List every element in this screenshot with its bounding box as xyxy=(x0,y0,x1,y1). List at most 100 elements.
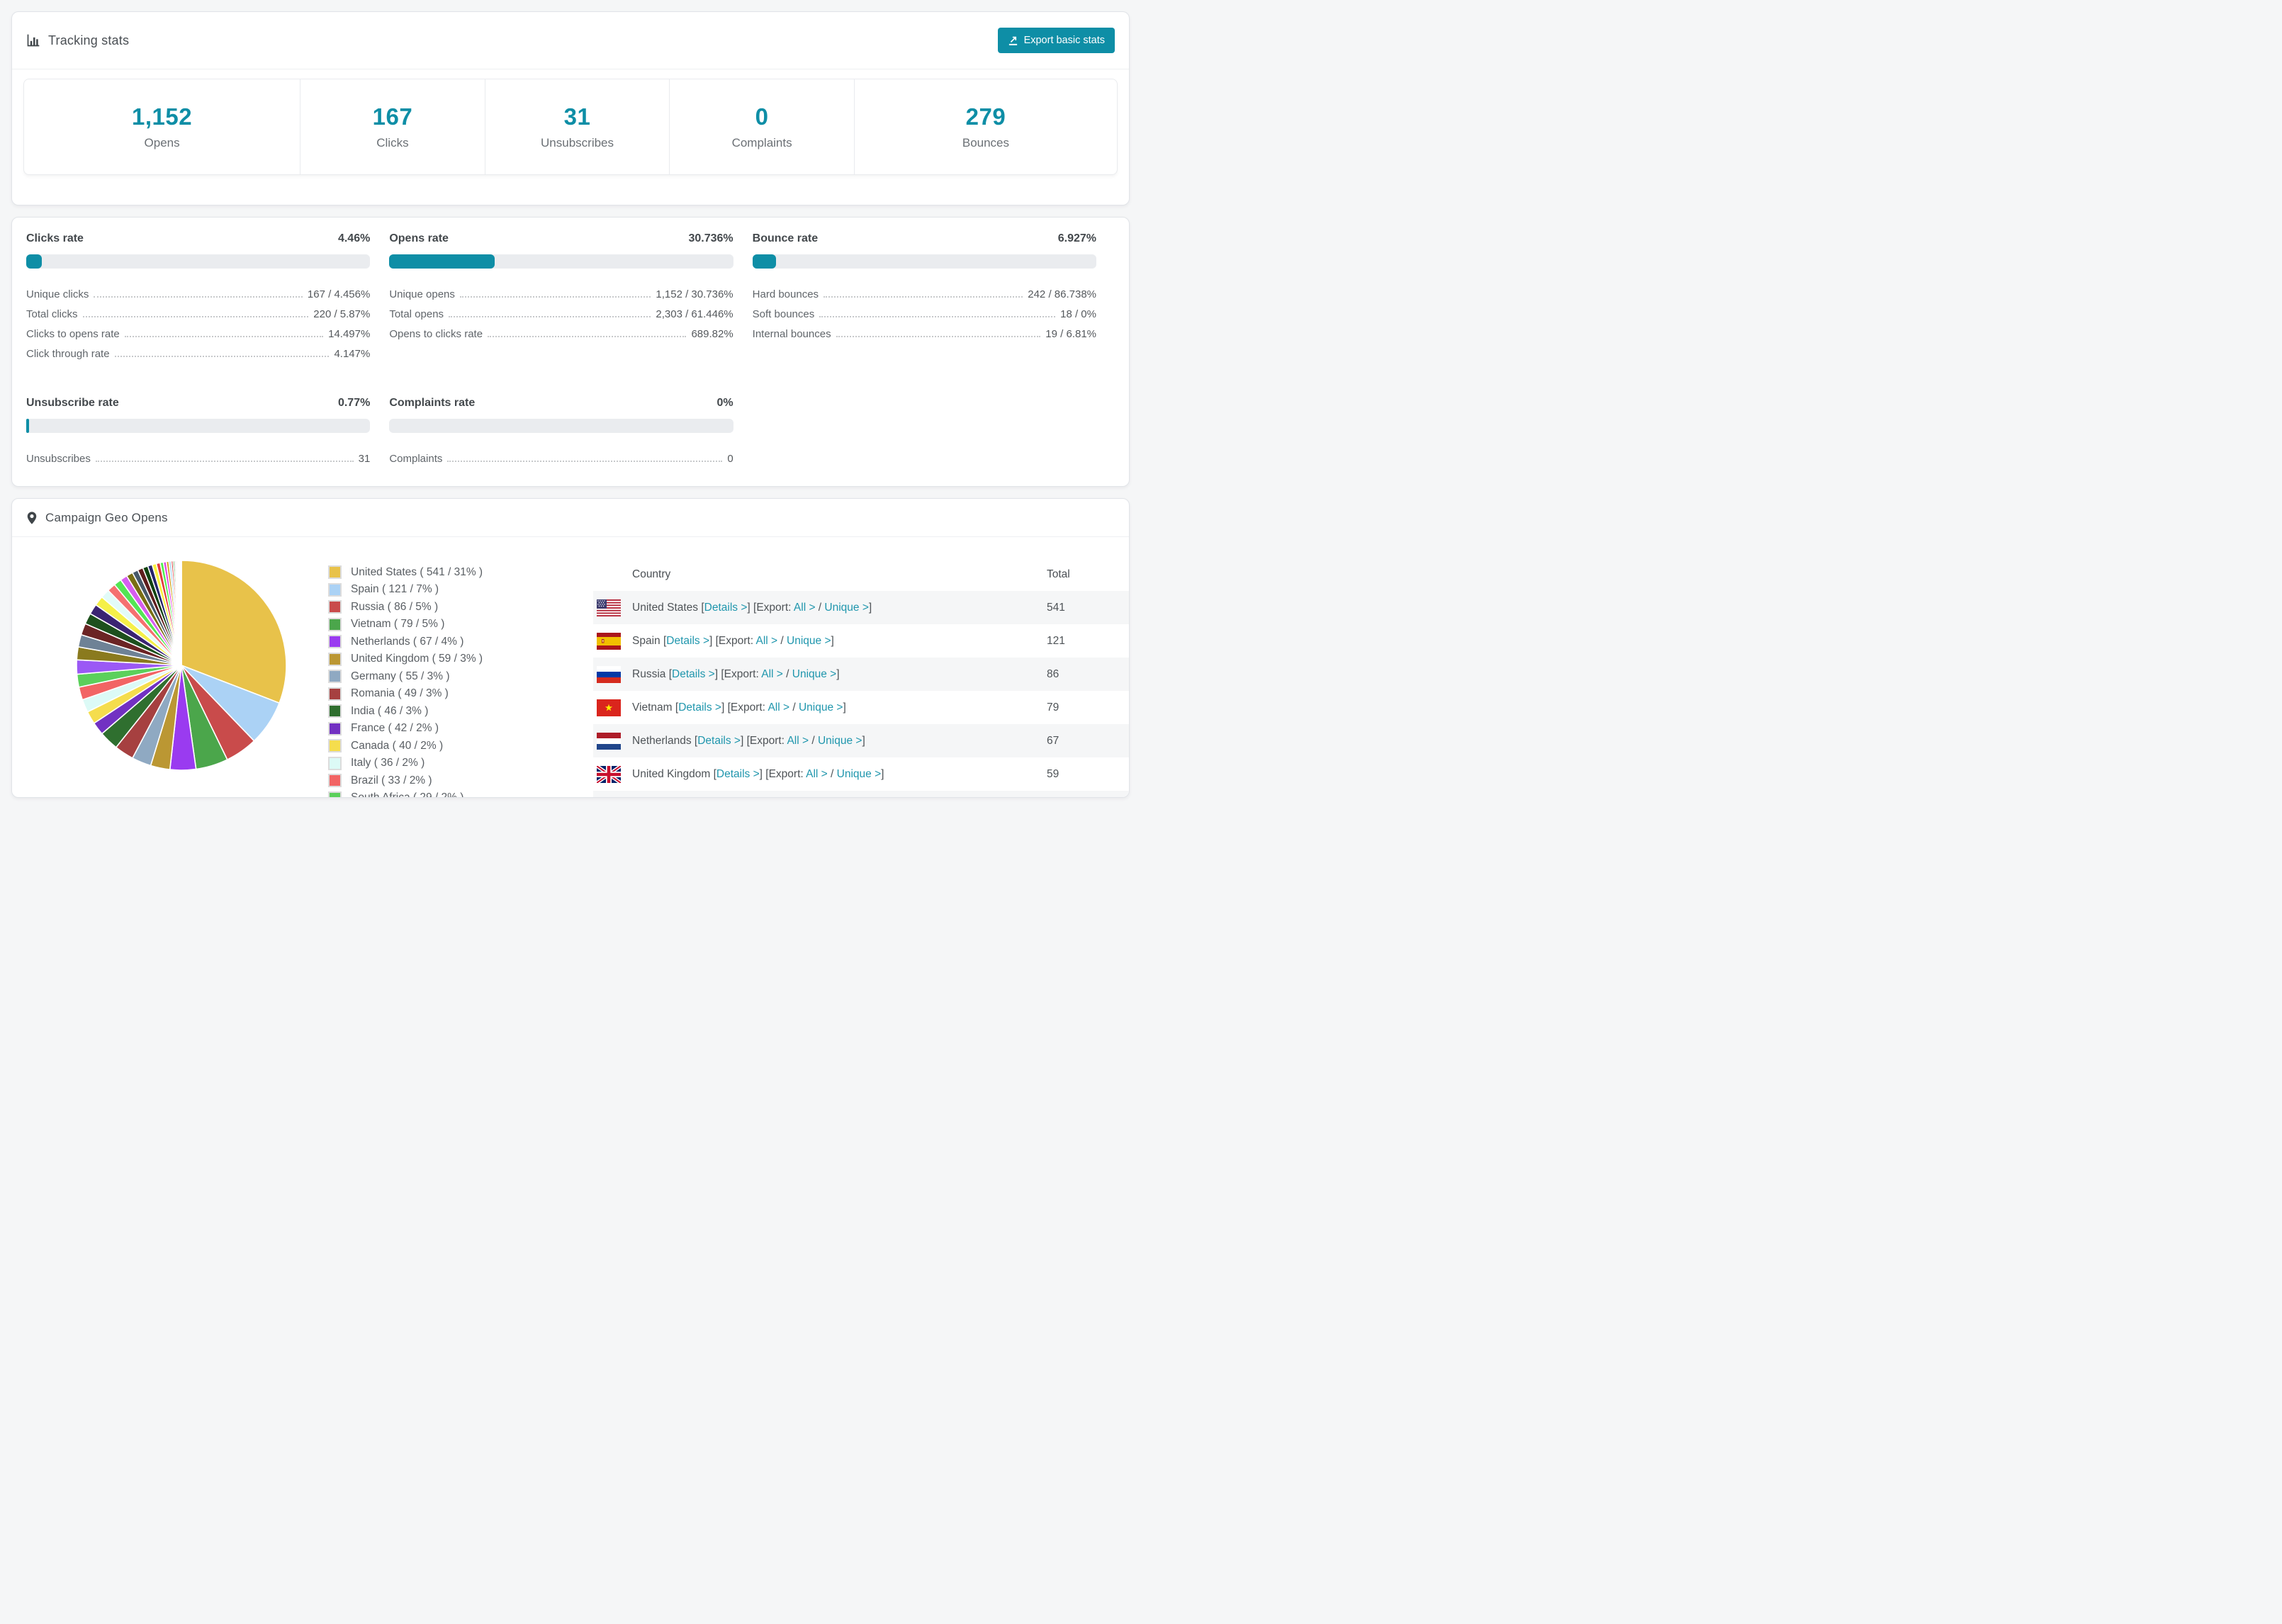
legend-swatch xyxy=(328,617,342,631)
page-title: Tracking stats xyxy=(48,33,130,47)
export-icon xyxy=(1008,35,1018,46)
geo-table: Country Total United States [Details >] … xyxy=(593,537,1129,797)
flag-gb-icon xyxy=(597,765,621,783)
legend-item: India ( 46 / 3% ) xyxy=(328,704,483,718)
legend-label: Spain ( 121 / 7% ) xyxy=(351,583,439,596)
rate-detail-row: Unsubscribes 31 xyxy=(26,445,370,465)
geo-pie-chart[interactable] xyxy=(75,559,288,772)
geo-table-row: United Kingdom [Details >] [Export: All … xyxy=(593,757,1129,791)
stat-box-opens: 1,152 Opens xyxy=(24,79,301,174)
country-cell: United Kingdom [Details >] [Export: All … xyxy=(632,767,884,780)
geo-opens-card: Campaign Geo Opens United States ( 541 /… xyxy=(11,498,1130,798)
rate-detail-value: 31 xyxy=(358,453,371,465)
flag-vn-icon xyxy=(597,699,621,716)
country-cell: Netherlands [Details >] [Export: All > /… xyxy=(632,734,865,747)
rate-detail-value: 689.82% xyxy=(691,328,734,340)
total-cell: 541 xyxy=(1047,601,1065,614)
rate-block-complaints: Complaints rate 0% Complaints 0 xyxy=(389,397,734,465)
export-unique-link[interactable]: Unique > xyxy=(792,668,836,680)
export-unique-link[interactable]: Unique > xyxy=(799,701,843,714)
dotted-leader xyxy=(94,296,303,298)
rates-grid: Clicks rate 4.46% Unique clicks 167 / 4.4… xyxy=(12,218,1129,486)
bounce-rate-title: Bounce rate xyxy=(752,232,819,244)
legend-label: Vietnam ( 79 / 5% ) xyxy=(351,618,445,631)
flag-nl-icon xyxy=(597,732,621,750)
export-unique-link[interactable]: Unique > xyxy=(787,635,831,647)
legend-label: Canada ( 40 / 2% ) xyxy=(351,739,444,752)
rate-detail-row: Unique clicks 167 / 4.456% xyxy=(26,281,370,300)
details-link[interactable]: Details > xyxy=(697,735,741,747)
legend-swatch xyxy=(328,756,342,770)
legend-label: United Kingdom ( 59 / 3% ) xyxy=(351,653,483,665)
clicks-count: 167 xyxy=(372,103,413,130)
export-all-link[interactable]: All > xyxy=(768,701,789,714)
export-all-link[interactable]: All > xyxy=(806,768,828,780)
complaints-rate-progress xyxy=(389,419,734,433)
opens-rate-title: Opens rate xyxy=(389,232,449,244)
export-button-label: Export basic stats xyxy=(1023,35,1105,46)
unsubscribe-rate-value: 0.77% xyxy=(337,397,371,409)
legend-item: Vietnam ( 79 / 5% ) xyxy=(328,617,483,631)
legend-item: Canada ( 40 / 2% ) xyxy=(328,739,483,752)
rate-detail-value: 14.497% xyxy=(328,328,371,340)
rate-detail-label: Opens to clicks rate xyxy=(389,328,483,340)
bar-chart-icon xyxy=(26,33,40,47)
rate-detail-row: Total clicks 220 / 5.87% xyxy=(26,300,370,320)
export-all-link[interactable]: All > xyxy=(761,668,783,680)
details-link[interactable]: Details > xyxy=(704,602,748,614)
legend-label: Brazil ( 33 / 2% ) xyxy=(351,774,432,786)
details-link[interactable]: Details > xyxy=(672,668,715,680)
bounce-rate-rows: Hard bounces 242 / 86.738% Soft bounces 18 … xyxy=(753,281,1096,340)
rate-detail-value: 0 xyxy=(727,453,734,465)
export-all-link[interactable]: All > xyxy=(794,602,816,614)
details-link[interactable]: Details > xyxy=(666,635,709,647)
details-link[interactable]: Details > xyxy=(678,701,721,714)
legend-label: United States ( 541 / 31% ) xyxy=(351,565,483,578)
rate-block-opens: Opens rate 30.736% Unique opens 1,152 / 3… xyxy=(389,232,734,360)
geo-table-row: Vietnam [Details >] [Export: All > / Uni… xyxy=(593,691,1129,724)
dotted-leader xyxy=(82,316,309,317)
export-unique-link[interactable]: Unique > xyxy=(824,602,868,614)
legend-item: Brazil ( 33 / 2% ) xyxy=(328,774,483,787)
country-cell: Vietnam [Details >] [Export: All > / Uni… xyxy=(632,701,846,714)
pie-legend: United States ( 541 / 31% ) Spain ( 121 /… xyxy=(328,565,483,797)
export-unique-link[interactable]: Unique > xyxy=(837,768,881,780)
rate-detail-label: Internal bounces xyxy=(752,328,831,340)
legend-item: Spain ( 121 / 7% ) xyxy=(328,582,483,597)
export-all-link[interactable]: All > xyxy=(756,635,778,647)
country-cell: Spain [Details >] [Export: All > / Uniqu… xyxy=(632,634,834,647)
rate-detail-value: 167 / 4.456% xyxy=(307,288,371,300)
export-all-link[interactable]: All > xyxy=(787,735,809,747)
country-cell: Russia [Details >] [Export: All > / Uniq… xyxy=(632,667,840,680)
rate-detail-label: Total clicks xyxy=(26,308,78,320)
rate-detail-label: Hard bounces xyxy=(752,288,819,300)
clicks-rate-rows: Unique clicks 167 / 4.456% Total clicks 220… xyxy=(26,281,370,360)
stat-box-bounces: 279 Bounces xyxy=(855,79,1117,174)
unsubscribe-rate-progress xyxy=(26,419,371,433)
opens-rate-progress-fill xyxy=(389,254,495,269)
legend-item: Italy ( 36 / 2% ) xyxy=(328,756,483,770)
rate-detail-value: 1,152 / 30.736% xyxy=(656,288,734,300)
map-pin-icon xyxy=(26,511,38,525)
complaints-count: 0 xyxy=(755,103,769,130)
rate-detail-row: Opens to clicks rate 689.82% xyxy=(389,320,733,340)
dotted-leader xyxy=(449,316,651,317)
legend-item: United Kingdom ( 59 / 3% ) xyxy=(328,652,483,666)
export-unique-link[interactable]: Unique > xyxy=(818,735,862,747)
legend-swatch xyxy=(328,774,342,787)
complaints-rate-value: 0% xyxy=(716,397,734,409)
export-basic-stats-button[interactable]: Export basic stats xyxy=(997,28,1115,53)
dotted-leader xyxy=(836,336,1041,337)
flag-ru-icon xyxy=(597,665,621,683)
total-cell: 86 xyxy=(1047,667,1060,680)
dotted-leader xyxy=(95,461,354,462)
legend-label: India ( 46 / 3% ) xyxy=(351,704,429,717)
dotted-leader xyxy=(819,316,1056,317)
geo-table-row: Spain [Details >] [Export: All > / Uniqu… xyxy=(593,624,1129,658)
details-link[interactable]: Details > xyxy=(716,768,760,780)
rate-detail-label: Clicks to opens rate xyxy=(26,328,120,340)
clicks-rate-progress xyxy=(26,254,371,269)
unsubscribes-label: Unsubscribes xyxy=(541,136,614,150)
total-cell: 59 xyxy=(1047,767,1060,780)
legend-item: United States ( 541 / 31% ) xyxy=(328,565,483,579)
